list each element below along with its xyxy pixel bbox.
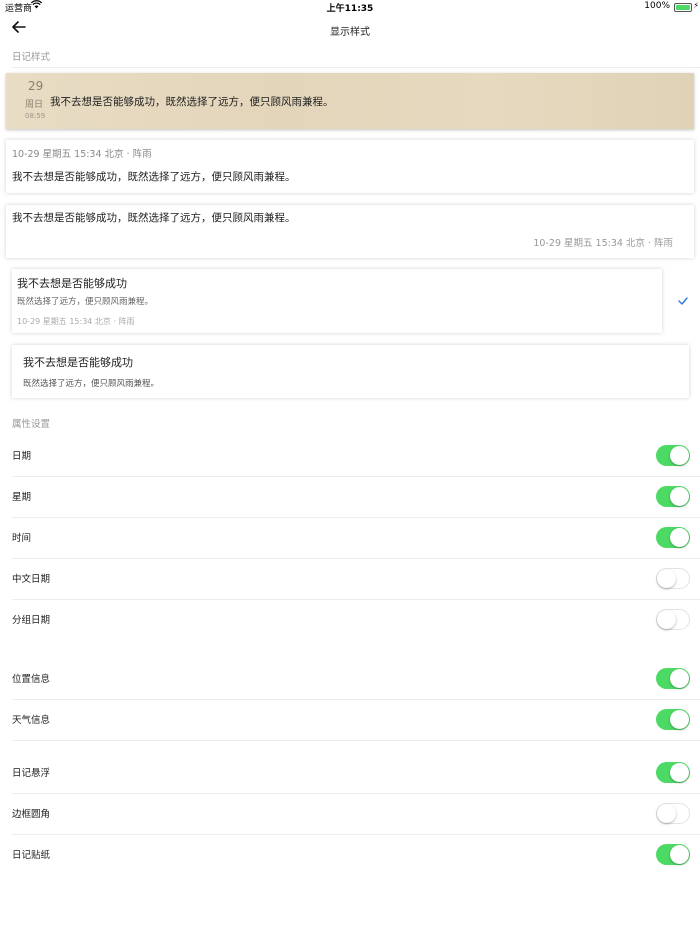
card-text: 我不去想是否能够成功，既然选择了远方，便只顾风雨兼程。 [12,212,296,224]
nav-bar: 显示样式 [0,14,700,44]
weekday-toggle[interactable] [656,486,690,507]
section-title-property-settings: 属性设置 [12,419,51,430]
section-title-diary-style: 日记样式 [12,52,51,63]
card-text: 我不去想是否能够成功，既然选择了远方，便只顾风雨兼程。 [50,96,334,108]
card-time: 08:59 [25,112,46,120]
setting-label: 日记贴纸 [12,850,51,861]
style-option-3[interactable]: 我不去想是否能够成功，既然选择了远方，便只顾风雨兼程。 10-29 星期五 15… [6,205,694,258]
setting-row-rounded-corners: 边框圆角 [0,793,700,834]
style-option-4[interactable]: 我不去想是否能够成功 既然选择了远方，便只顾风雨兼程。 10-29 星期五 15… [12,269,662,333]
time-toggle[interactable] [656,527,690,548]
divider [12,740,700,741]
battery-percent: 100% [644,1,670,11]
setting-label: 分组日期 [12,615,51,626]
card-day: 29 [28,79,44,93]
setting-row-weekday: 星期 [0,476,700,517]
status-bar: 运营商 上午11:35 100% ⚡ [0,0,700,14]
setting-label: 日记悬浮 [12,768,51,779]
battery-icon [674,3,692,12]
setting-row-group-date: 分组日期 [0,599,700,640]
sticker-toggle[interactable] [656,844,690,865]
charging-icon: ⚡ [693,1,699,10]
card-subtitle: 既然选择了远方，便只顾风雨兼程。 [17,297,154,307]
style-option-5[interactable]: 我不去想是否能够成功 既然选择了远方，便只顾风雨兼程。 [12,345,689,398]
setting-row-location: 位置信息 [0,658,700,699]
setting-row-floating: 日记悬浮 [0,752,700,793]
setting-row-date: 日期 [0,435,700,476]
setting-row-time: 时间 [0,517,700,558]
checkmark-icon [678,295,688,308]
location-toggle[interactable] [656,668,690,689]
setting-label: 日期 [12,451,32,462]
setting-row-sticker: 日记贴纸 [0,834,700,875]
chinese-date-toggle[interactable] [656,568,690,589]
card-title: 我不去想是否能够成功 [23,356,133,369]
card-meta: 10-29 星期五 15:34 北京 · 阵雨 [533,238,673,249]
setting-row-chinese-date: 中文日期 [0,558,700,599]
setting-label: 边框圆角 [12,809,51,820]
setting-label: 位置信息 [12,674,51,685]
clock: 上午11:35 [326,4,374,14]
page-title: 显示样式 [330,27,370,38]
card-meta: 10-29 星期五 15:34 北京 · 阵雨 [17,317,135,326]
setting-label: 时间 [12,533,32,544]
style-option-1[interactable]: 29 周日 08:59 我不去想是否能够成功，既然选择了远方，便只顾风雨兼程。 [6,73,694,129]
card-weekday: 周日 [25,100,44,110]
setting-label: 中文日期 [12,574,51,585]
setting-label: 星期 [12,492,32,503]
card-meta: 10-29 星期五 15:34 北京 · 阵雨 [12,149,152,160]
style-option-2[interactable]: 10-29 星期五 15:34 北京 · 阵雨 我不去想是否能够成功，既然选择了… [6,140,694,193]
divider [12,67,700,68]
setting-row-weather: 天气信息 [0,699,700,740]
floating-toggle[interactable] [656,762,690,783]
card-title: 我不去想是否能够成功 [17,277,127,290]
card-text: 我不去想是否能够成功，既然选择了远方，便只顾风雨兼程。 [12,171,296,183]
group-date-toggle[interactable] [656,609,690,630]
card-subtitle: 既然选择了远方，便只顾风雨兼程。 [23,379,160,389]
rounded-corners-toggle[interactable] [656,803,690,824]
date-toggle[interactable] [656,445,690,466]
weather-toggle[interactable] [656,709,690,730]
setting-label: 天气信息 [12,715,51,726]
